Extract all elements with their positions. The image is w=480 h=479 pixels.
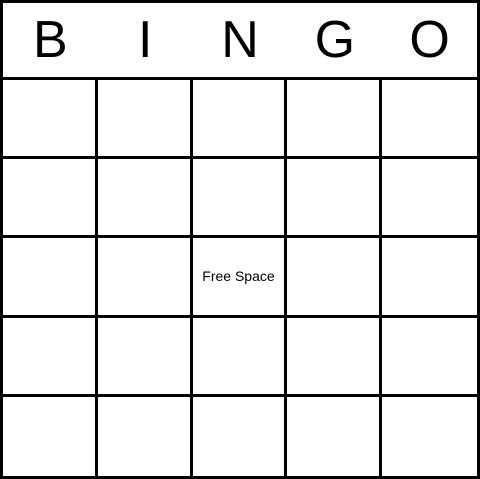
bingo-cell[interactable]: [287, 80, 383, 160]
bingo-cell[interactable]: [382, 318, 477, 397]
header-letter-o: O: [409, 11, 450, 69]
bingo-cell[interactable]: [382, 80, 477, 160]
header-letter-i: I: [137, 11, 153, 69]
bingo-cell[interactable]: [192, 159, 288, 239]
bingo-cell[interactable]: [3, 396, 98, 476]
bingo-cell[interactable]: [97, 80, 193, 160]
bingo-cell[interactable]: [98, 396, 193, 476]
bingo-cell[interactable]: [287, 159, 383, 239]
bingo-cell[interactable]: [193, 396, 288, 476]
free-space-cell[interactable]: Free Space: [192, 238, 288, 318]
bingo-header: B I N G O: [3, 3, 477, 80]
bingo-grid: Free Space: [3, 80, 477, 476]
bingo-cell[interactable]: [97, 238, 193, 318]
bingo-cell[interactable]: [3, 159, 98, 239]
bingo-cell[interactable]: [287, 396, 383, 476]
bingo-cell[interactable]: [382, 238, 477, 318]
bingo-cell[interactable]: [3, 317, 98, 397]
bingo-card: B I N G O Free Space: [0, 0, 480, 479]
bingo-cell[interactable]: [287, 238, 383, 318]
bingo-cell[interactable]: [97, 159, 193, 239]
bingo-cell[interactable]: [192, 317, 288, 397]
header-letter-g: G: [314, 11, 356, 69]
bingo-cell[interactable]: [97, 317, 193, 397]
bingo-cell[interactable]: [382, 159, 477, 239]
bingo-cell[interactable]: [3, 80, 98, 160]
bingo-cell[interactable]: [3, 238, 98, 318]
header-letter-n: N: [221, 11, 259, 69]
bingo-cell[interactable]: [287, 317, 383, 397]
header-letter-b: B: [33, 11, 68, 69]
bingo-cell[interactable]: [192, 80, 288, 160]
bingo-cell[interactable]: [382, 397, 477, 476]
